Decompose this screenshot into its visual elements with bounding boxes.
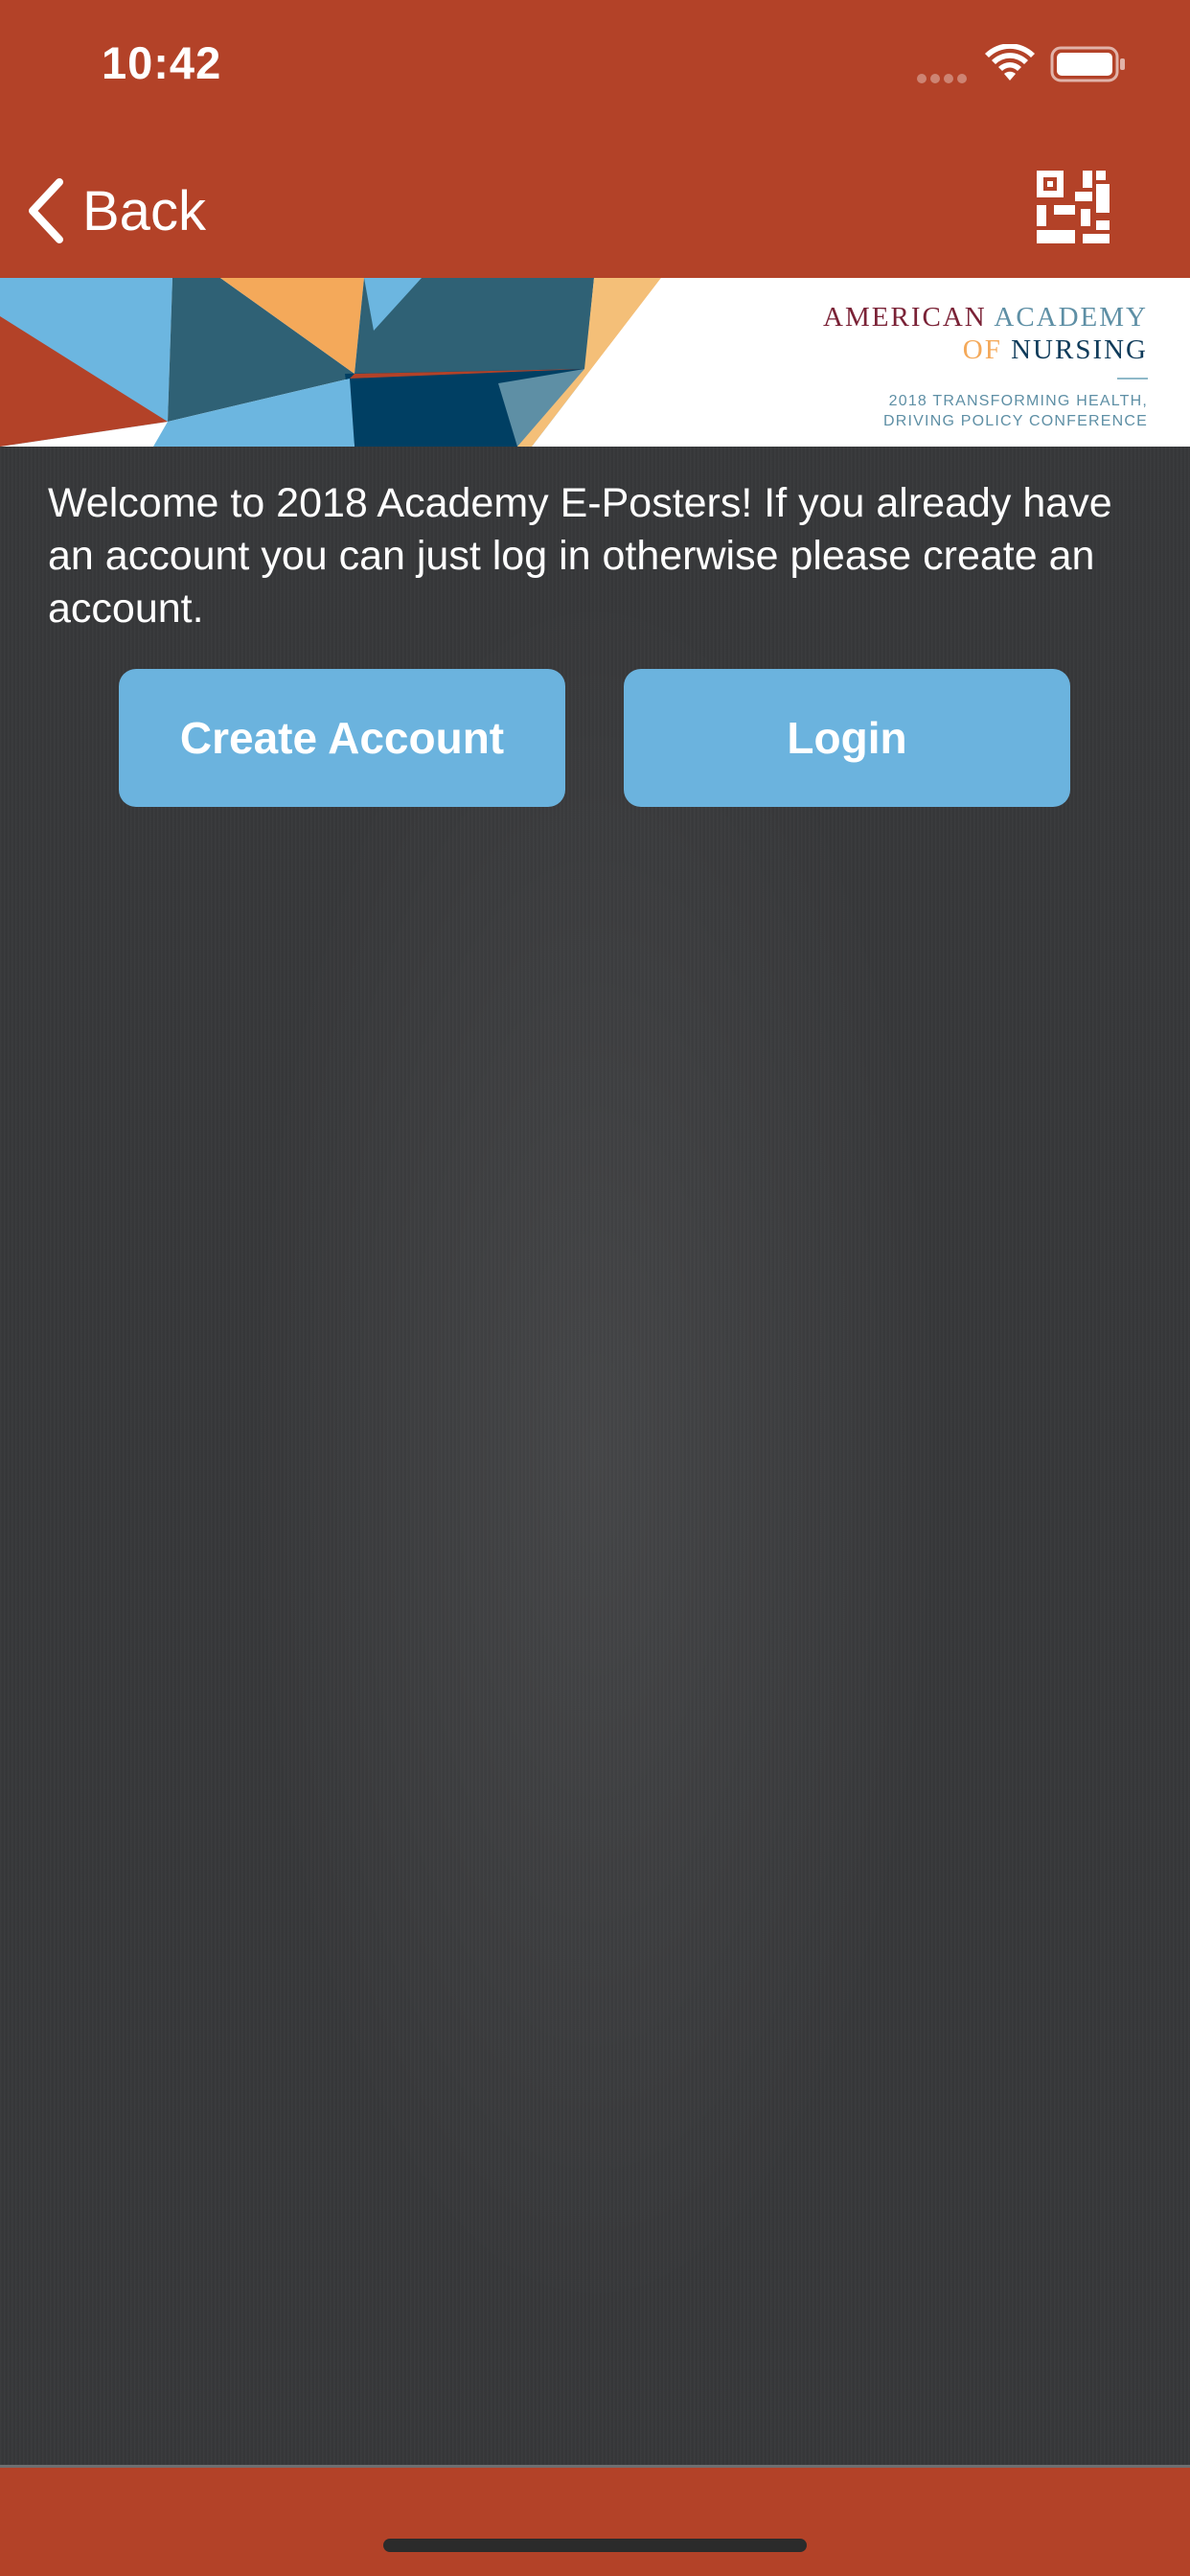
- back-label: Back: [82, 179, 206, 242]
- logo-subtitle-line2: DRIVING POLICY CONFERENCE: [883, 413, 1148, 429]
- main-content: Welcome to 2018 Academy E-Posters! If yo…: [0, 447, 1190, 2465]
- logo-american: AMERICAN: [823, 302, 987, 333]
- create-account-button[interactable]: Create Account: [119, 669, 565, 807]
- status-time: 10:42: [102, 37, 222, 88]
- login-button[interactable]: Login: [624, 669, 1070, 807]
- welcome-message: Welcome to 2018 Academy E-Posters! If yo…: [48, 480, 1112, 632]
- logo-nursing: NURSING: [1011, 334, 1148, 365]
- qr-code-icon[interactable]: [1033, 167, 1113, 247]
- logo-academy: ACADEMY: [994, 302, 1148, 333]
- aan-logo: AMERICAN ACADEMY OF NURSING 2018 TRANSFO…: [823, 301, 1148, 431]
- battery-icon: [1050, 46, 1125, 82]
- banner-geometric-art: [0, 278, 661, 447]
- logo-subtitle-line1: 2018 TRANSFORMING HEALTH,: [888, 393, 1148, 409]
- back-button[interactable]: Back: [25, 172, 206, 249]
- chevron-left-icon: [29, 178, 63, 243]
- bottom-bar: [0, 2465, 1190, 2576]
- status-bar: 10:42: [0, 0, 1190, 134]
- logo-divider: [1117, 378, 1148, 380]
- signal-dots-icon: [917, 71, 973, 83]
- navigation-bar: Back: [0, 134, 1190, 278]
- home-indicator[interactable]: [383, 2539, 807, 2552]
- conference-banner: AMERICAN ACADEMY OF NURSING 2018 TRANSFO…: [0, 278, 1190, 447]
- logo-of: OF: [962, 334, 1002, 365]
- wifi-icon: [985, 44, 1035, 80]
